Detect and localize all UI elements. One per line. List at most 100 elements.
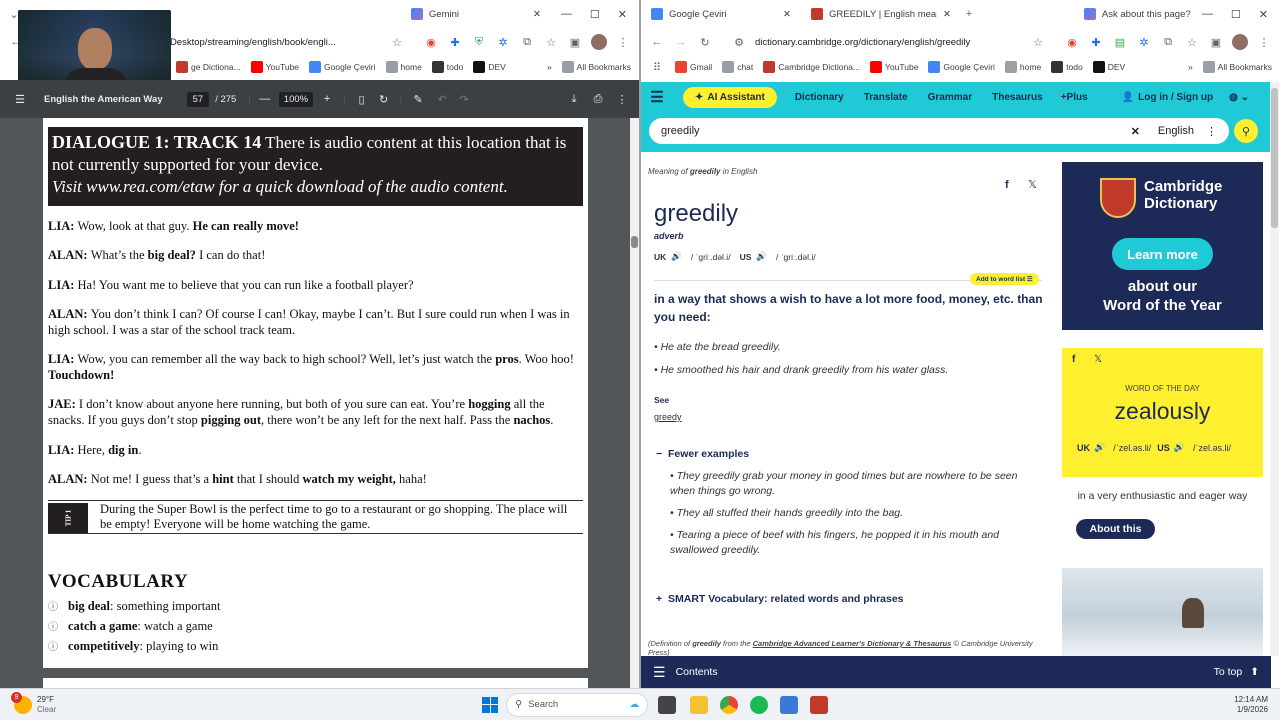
zoom-input[interactable]: 100% bbox=[278, 91, 314, 107]
bookmark-item[interactable]: Gmail bbox=[675, 61, 712, 73]
system-clock[interactable]: 12:14 AM 1/9/2026 bbox=[1234, 695, 1268, 715]
task-view-icon[interactable] bbox=[658, 695, 677, 714]
bookmark-item[interactable]: DEV bbox=[1092, 61, 1125, 73]
menu-kebab-icon[interactable]: ⋮ bbox=[1256, 34, 1272, 50]
clear-search-icon[interactable]: ✕ bbox=[1131, 125, 1140, 138]
language-menu-icon[interactable]: ⋮ bbox=[1206, 125, 1217, 138]
tab-close-icon[interactable]: ✕ bbox=[533, 9, 541, 20]
nav-translate[interactable]: Translate bbox=[864, 92, 908, 103]
tab-gemini[interactable]: Gemini ✕ bbox=[400, 1, 551, 27]
tab-close-icon[interactable]: ✕ bbox=[943, 9, 951, 20]
contents-button[interactable]: ☰ Contents bbox=[653, 664, 718, 681]
bookmark-star-icon[interactable]: ☆ bbox=[389, 34, 405, 50]
undo-icon[interactable]: ↶ bbox=[434, 91, 450, 107]
facebook-share-icon[interactable]: f bbox=[1005, 179, 1009, 191]
search-button[interactable]: ⚲ bbox=[1234, 119, 1258, 143]
uk-audio-icon[interactable]: 🔊 bbox=[671, 251, 682, 262]
about-this-button[interactable]: About this bbox=[1076, 519, 1155, 539]
extension-plus-icon[interactable]: ✚ bbox=[447, 34, 463, 50]
audio-info-icon[interactable]: ⓘ bbox=[48, 642, 58, 653]
bookmark-item[interactable]: DEV bbox=[473, 61, 506, 73]
scroll-thumb[interactable] bbox=[631, 236, 638, 248]
chrome-icon[interactable] bbox=[720, 695, 739, 714]
tab-google-ceviri[interactable]: Google Çeviri ✕ bbox=[641, 1, 801, 27]
profile-avatar[interactable] bbox=[1232, 34, 1248, 50]
forward-icon[interactable]: → bbox=[673, 34, 689, 50]
bookmark-item[interactable]: Google Çeviri bbox=[309, 61, 376, 73]
bookmark-item[interactable]: YouTube bbox=[870, 61, 918, 73]
cambridge-ad[interactable]: Cambridge Dictionary Learn more about our… bbox=[1062, 162, 1263, 330]
nav-plus[interactable]: +Plus bbox=[1061, 92, 1088, 103]
bookmark-item[interactable]: ge Dictiona... bbox=[176, 61, 241, 73]
redo-icon[interactable]: ↷ bbox=[456, 91, 472, 107]
tab-groups-icon[interactable]: ▣ bbox=[567, 34, 583, 50]
x-share-icon[interactable]: 𝕏 bbox=[1028, 178, 1037, 191]
bookmark-item[interactable]: home bbox=[385, 61, 422, 73]
search-language[interactable]: English bbox=[1158, 125, 1194, 137]
search-input[interactable]: greedily ✕ English ⋮ bbox=[649, 118, 1229, 144]
nav-dictionary[interactable]: Dictionary bbox=[795, 92, 844, 103]
nav-thesaurus[interactable]: Thesaurus bbox=[992, 92, 1043, 103]
bookmark-item[interactable]: Cambridge Dictiona... bbox=[763, 61, 860, 73]
extension-gear-icon[interactable]: ✲ bbox=[495, 34, 511, 50]
extension-badge-icon[interactable]: ▤ bbox=[1112, 34, 1128, 50]
minimize-icon[interactable]: — bbox=[561, 8, 572, 21]
login-link[interactable]: Log in / Sign up bbox=[1138, 92, 1213, 103]
smart-vocabulary-toggle[interactable]: + SMART Vocabulary: related words and ph… bbox=[656, 593, 904, 605]
hamburger-menu-icon[interactable]: ☰ bbox=[649, 89, 665, 106]
add-to-word-list-button[interactable]: Add to word list ☰ bbox=[970, 273, 1039, 285]
more-bookmarks-icon[interactable]: » bbox=[547, 62, 552, 72]
nav-grammar[interactable]: Grammar bbox=[928, 92, 972, 103]
minimize-icon[interactable]: — bbox=[1202, 8, 1213, 21]
pdf-scrollbar[interactable] bbox=[630, 118, 639, 688]
puzzle-icon[interactable]: ⧉ bbox=[519, 34, 535, 50]
rotate-icon[interactable]: ↻ bbox=[376, 91, 392, 107]
bookmark-star-icon[interactable]: ☆ bbox=[1030, 34, 1046, 50]
uk-audio-icon[interactable]: 🔊 bbox=[1094, 442, 1105, 453]
language-globe-icon[interactable]: ◍ ⌄ bbox=[1229, 92, 1249, 103]
page-number-input[interactable]: 57 bbox=[186, 91, 210, 107]
start-button[interactable] bbox=[482, 696, 499, 713]
new-tab-icon[interactable]: + bbox=[961, 6, 977, 22]
extension-plus-icon[interactable]: ✚ bbox=[1088, 34, 1104, 50]
maximize-icon[interactable]: ☐ bbox=[1231, 8, 1241, 21]
download-icon[interactable]: ⤓ bbox=[566, 91, 582, 107]
bookmark-item[interactable]: Google Çeviri bbox=[928, 61, 995, 73]
bookmark-item[interactable]: todo bbox=[1051, 61, 1083, 73]
ai-assistant-button[interactable]: ✦ AI Assistant bbox=[683, 86, 777, 108]
ad-learn-more-button[interactable]: Learn more bbox=[1112, 238, 1213, 270]
to-top-button[interactable]: To top ⬆ bbox=[1214, 666, 1259, 678]
profile-avatar[interactable] bbox=[591, 34, 607, 50]
wotd-word[interactable]: zealously bbox=[1062, 398, 1263, 425]
bookmarks-icon[interactable]: ☆ bbox=[1184, 34, 1200, 50]
extension-gear-icon[interactable]: ✲ bbox=[1136, 34, 1152, 50]
fewer-examples-toggle[interactable]: − Fewer examples bbox=[656, 448, 749, 460]
see-link[interactable]: greedy bbox=[654, 412, 682, 422]
pdf-viewer[interactable]: DIALOGUE 1: TRACK 14 There is audio cont… bbox=[0, 118, 640, 688]
extension-icon[interactable]: ◉ bbox=[1064, 34, 1080, 50]
facebook-share-icon[interactable]: f bbox=[1072, 354, 1075, 365]
notepad-icon[interactable] bbox=[780, 695, 799, 714]
shield-icon[interactable]: ⛨ bbox=[471, 34, 487, 50]
right-scrollbar[interactable] bbox=[1270, 82, 1279, 656]
annotate-icon[interactable]: ✎ bbox=[410, 91, 426, 107]
all-bookmarks[interactable]: All Bookmarks bbox=[1202, 61, 1272, 73]
puzzle-icon[interactable]: ⧉ bbox=[1160, 34, 1176, 50]
close-window-icon[interactable]: ✕ bbox=[1259, 8, 1268, 21]
more-options-icon[interactable]: ⋮ bbox=[614, 91, 630, 107]
tab-close-icon[interactable]: ✕ bbox=[783, 9, 791, 20]
reload-icon[interactable]: ↻ bbox=[697, 34, 713, 50]
audio-info-icon[interactable]: ⓘ bbox=[48, 622, 58, 633]
weather-widget[interactable]: 29°F Clear bbox=[37, 695, 56, 715]
taskbar-search[interactable]: ⚲ Search ☁ bbox=[506, 692, 649, 717]
print-icon[interactable]: ⎙ bbox=[590, 91, 606, 107]
bookmark-item[interactable]: chat bbox=[722, 61, 753, 73]
us-audio-icon[interactable]: 🔊 bbox=[1174, 442, 1185, 453]
site-info-icon[interactable]: ⚙ bbox=[731, 34, 747, 50]
right-url-field[interactable]: ⚙ dictionary.cambridge.org/dictionary/en… bbox=[721, 31, 1056, 53]
extension-icon[interactable]: ◉ bbox=[423, 34, 439, 50]
x-share-icon[interactable]: 𝕏 bbox=[1094, 354, 1102, 365]
close-window-icon[interactable]: ✕ bbox=[618, 8, 627, 21]
bookmarks-icon[interactable]: ☆ bbox=[543, 34, 559, 50]
spotify-icon[interactable] bbox=[750, 695, 769, 714]
